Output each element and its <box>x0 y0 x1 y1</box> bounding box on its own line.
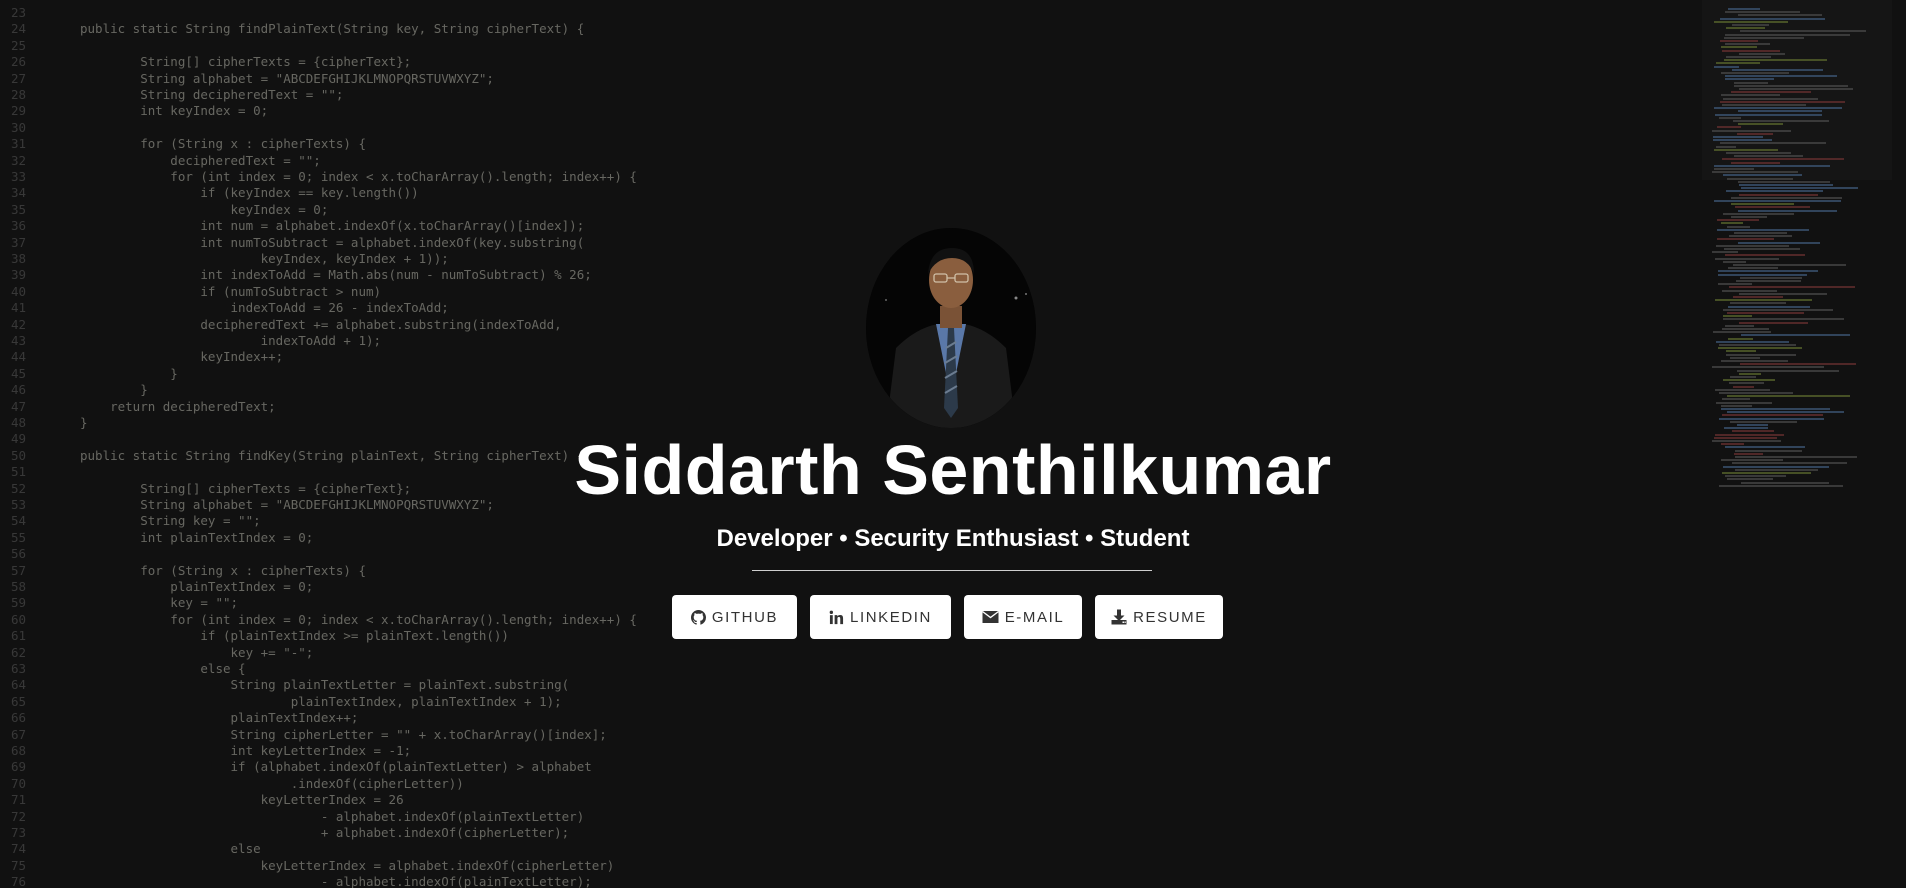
social-buttons: GITHUB LINKEDIN E-MAIL RESUME <box>672 595 1223 639</box>
tagline: Developer • Security Enthusiast • Studen… <box>716 525 1190 552</box>
resume-button[interactable]: RESUME <box>1095 595 1223 639</box>
email-button-label: E-MAIL <box>1004 608 1065 626</box>
divider <box>752 570 1152 571</box>
resume-button-label: RESUME <box>1133 608 1207 626</box>
download-icon <box>1111 609 1127 625</box>
hero-section: Siddarth Senthilkumar Developer • Securi… <box>0 0 1906 888</box>
github-button[interactable]: GITHUB <box>672 595 797 639</box>
linkedin-button-label: LINKEDIN <box>850 608 932 626</box>
envelope-icon <box>981 610 999 623</box>
profile-photo <box>866 228 1036 428</box>
avatar <box>866 228 1036 428</box>
github-icon <box>690 609 706 625</box>
email-button[interactable]: E-MAIL <box>964 595 1082 639</box>
linkedin-icon <box>829 610 844 624</box>
page-title: Siddarth Senthilkumar <box>574 431 1332 509</box>
linkedin-button[interactable]: LINKEDIN <box>810 595 951 639</box>
github-button-label: GITHUB <box>711 608 779 626</box>
